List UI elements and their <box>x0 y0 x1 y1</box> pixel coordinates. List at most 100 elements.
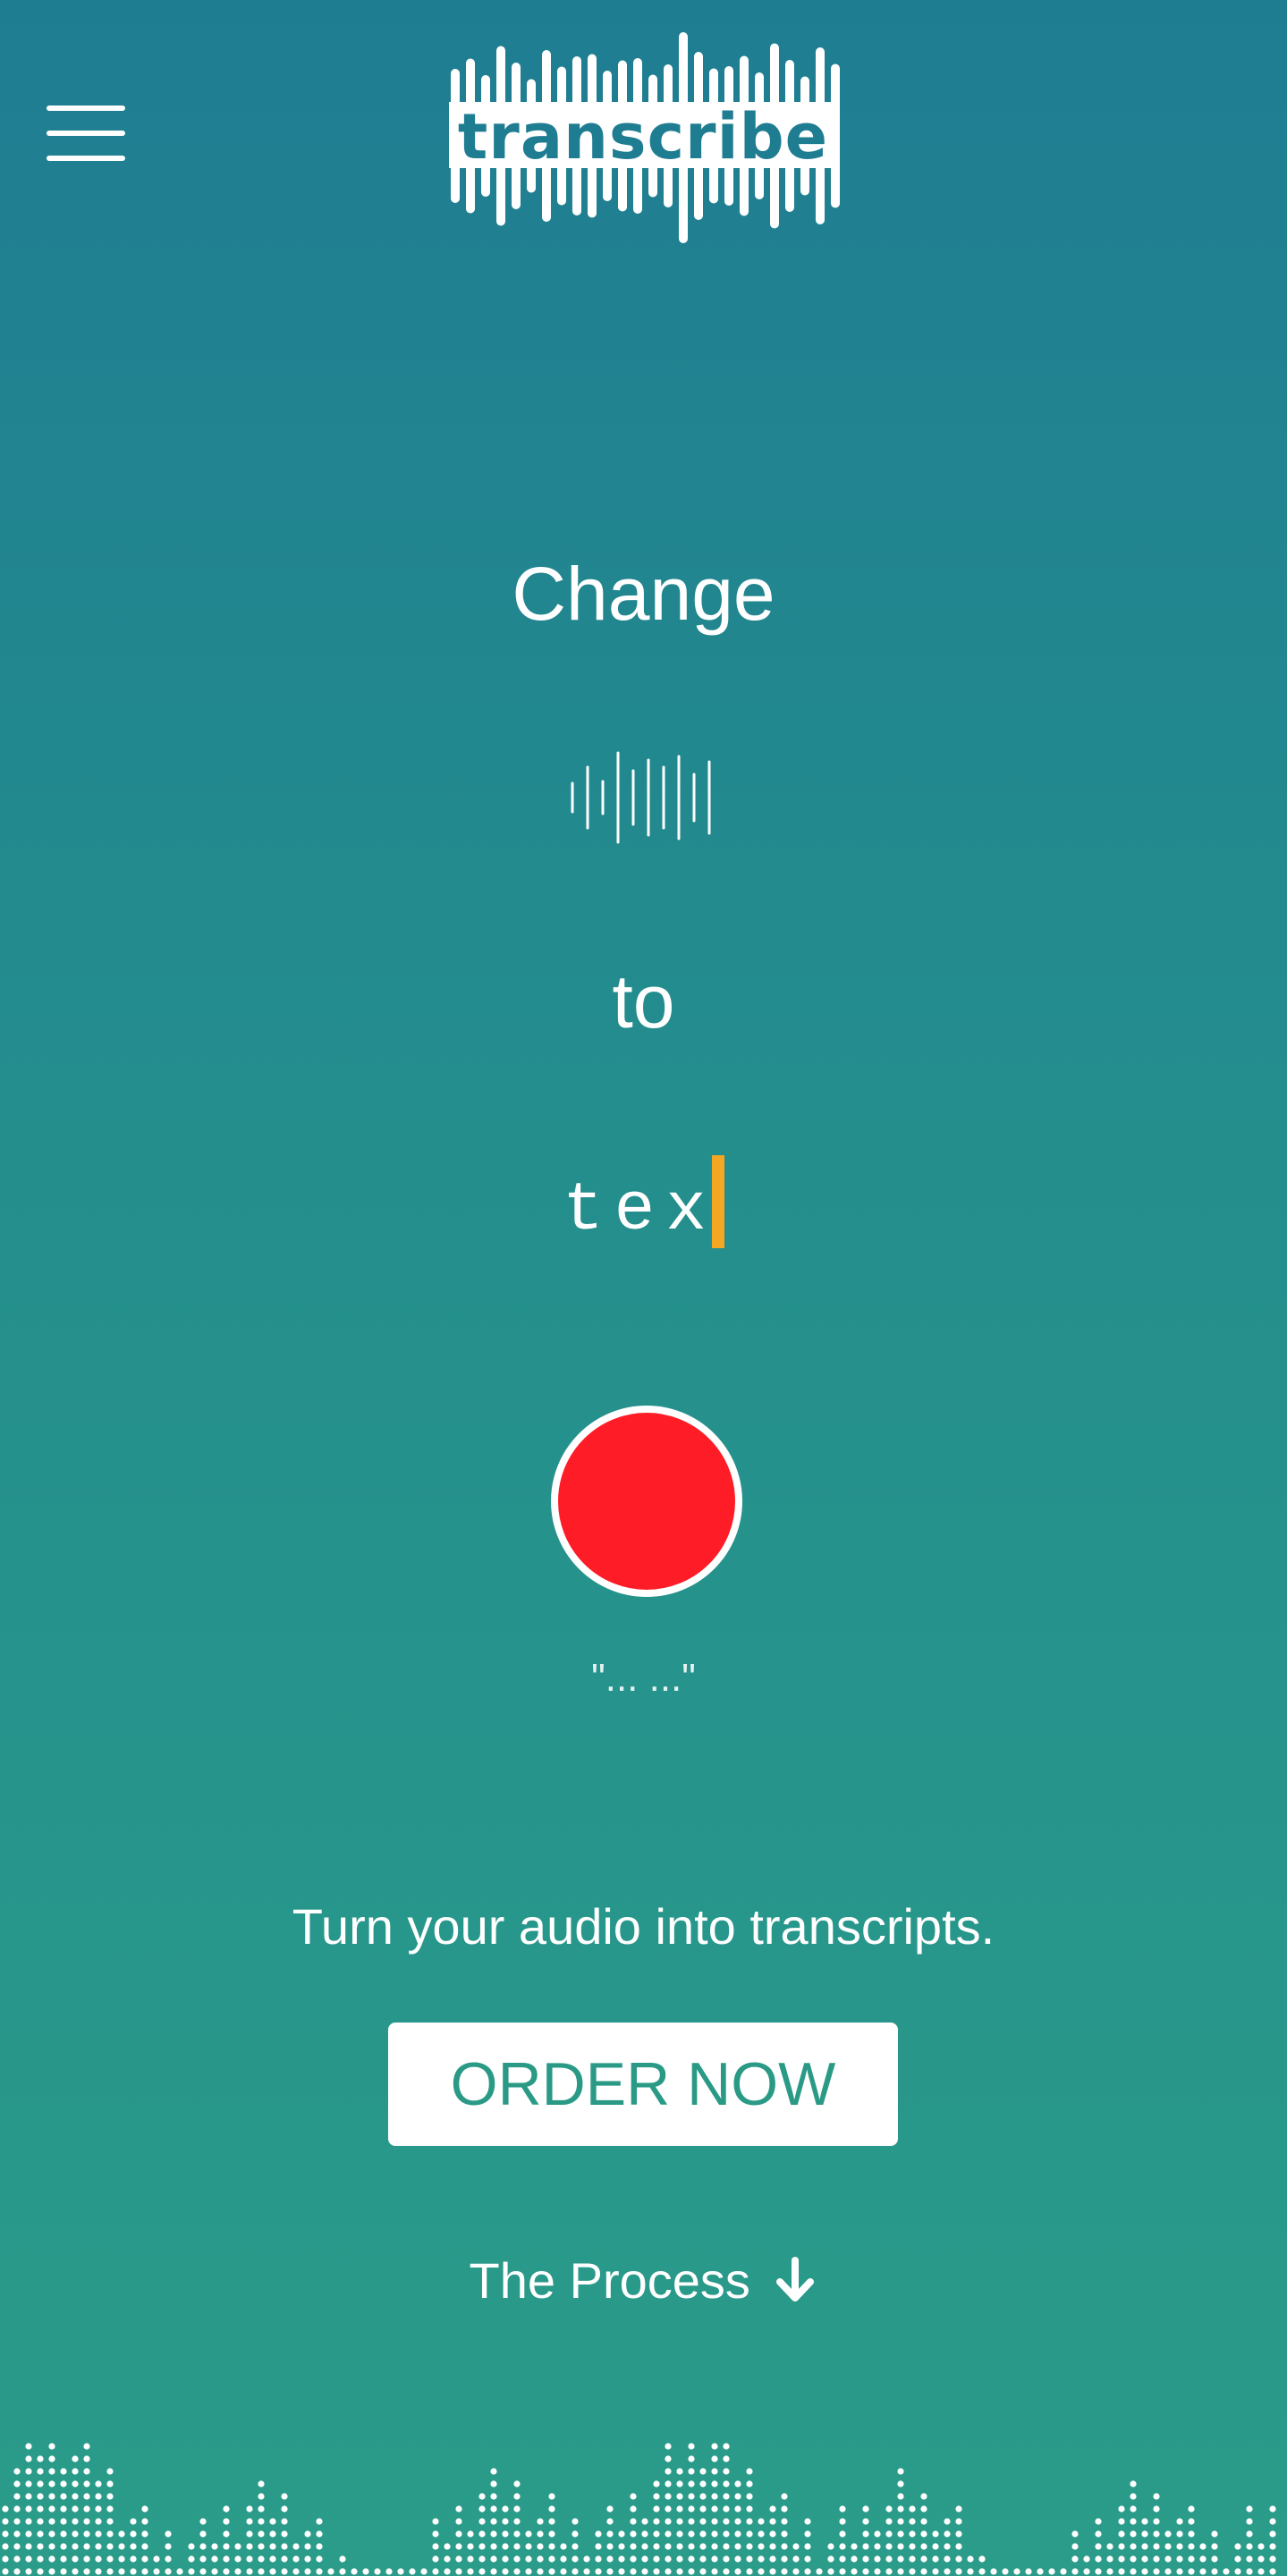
equalizer-dot <box>37 2555 44 2563</box>
equalizer-dot <box>897 2505 904 2513</box>
equalizer-dot <box>106 2568 114 2575</box>
equalizer-dot <box>153 2555 160 2563</box>
equalizer-dot <box>316 2543 323 2550</box>
equalizer-dot <box>1269 2505 1276 2513</box>
equalizer-dot <box>955 2555 962 2563</box>
equalizer-dot <box>60 2518 67 2525</box>
equalizer-dot <box>711 2493 718 2500</box>
equalizer-dot <box>851 2543 858 2550</box>
equalizer-dot <box>258 2555 265 2563</box>
equalizer-dot <box>223 2505 230 2513</box>
equalizer-dot <box>1211 2555 1218 2563</box>
equalizer-dot <box>165 2530 172 2538</box>
hamburger-menu-icon[interactable] <box>45 100 129 166</box>
equalizer-dot <box>548 2505 555 2513</box>
equalizer-dot <box>304 2543 311 2550</box>
equalizer-dot <box>478 2493 486 2500</box>
equalizer-dot <box>897 2530 904 2538</box>
equalizer-dot <box>548 2568 555 2575</box>
equalizer-dot <box>630 2505 637 2513</box>
equalizer-dot <box>874 2543 881 2550</box>
equalizer-dot <box>781 2555 788 2563</box>
equalizer-dot <box>676 2530 683 2538</box>
equalizer-dot <box>525 2530 532 2538</box>
equalizer-dot <box>897 2555 904 2563</box>
equalizer-dot <box>1176 2543 1183 2550</box>
equalizer-dot <box>711 2518 718 2525</box>
equalizer-dot <box>548 2518 555 2525</box>
equalizer-dot <box>1130 2530 1137 2538</box>
equalizer-dot <box>1130 2505 1137 2513</box>
equalizer-dot <box>25 2505 32 2513</box>
equalizer-dot <box>420 2568 428 2575</box>
equalizer-dot <box>455 2505 462 2513</box>
equalizer-dot <box>48 2455 55 2462</box>
equalizer-dot <box>781 2493 788 2500</box>
equalizer-dot <box>490 2480 497 2487</box>
equalizer-dot <box>781 2518 788 2525</box>
equalizer-dot <box>269 2543 276 2550</box>
equalizer-dot <box>630 2530 637 2538</box>
equalizer-dot <box>1141 2518 1148 2525</box>
equalizer-dot <box>897 2568 904 2575</box>
logo[interactable]: transcribe <box>445 29 841 249</box>
equalizer-dot <box>653 2530 660 2538</box>
equalizer-dot <box>223 2530 230 2538</box>
equalizer-dot <box>1130 2555 1137 2563</box>
equalizer-dot <box>699 2555 707 2563</box>
equalizer-dot <box>141 2543 148 2550</box>
equalizer-dot <box>269 2568 276 2575</box>
equalizer-dot <box>60 2468 67 2475</box>
the-process-link[interactable]: The Process <box>0 2251 1287 2310</box>
equalizer-dot <box>362 2568 369 2575</box>
order-now-label: ORDER NOW <box>450 2050 836 2118</box>
equalizer-dot <box>944 2543 951 2550</box>
equalizer-dot <box>932 2530 939 2538</box>
equalizer-dot <box>72 2493 79 2500</box>
equalizer-dot <box>827 2543 834 2550</box>
logo-text: transcribe <box>457 100 829 173</box>
equalizer-dot <box>83 2568 90 2575</box>
equalizer-dot <box>25 2568 32 2575</box>
equalizer-dot <box>734 2505 741 2513</box>
equalizer-dot <box>304 2555 311 2563</box>
equalizer-dot <box>920 2493 927 2500</box>
page: transcribe Change to tex "... ..." Turn … <box>0 0 1287 2576</box>
equalizer-dot <box>1211 2568 1218 2575</box>
equalizer-dot <box>327 2568 334 2575</box>
equalizer-dot <box>1269 2555 1276 2563</box>
equalizer-dot <box>95 2518 102 2525</box>
equalizer-dot <box>537 2555 544 2563</box>
equalizer-dot <box>1199 2568 1207 2575</box>
equalizer-dot <box>37 2568 44 2575</box>
record-button[interactable] <box>551 1406 742 1597</box>
order-now-button[interactable]: ORDER NOW <box>388 2023 898 2146</box>
equalizer-dot <box>25 2468 32 2475</box>
equalizer-dot <box>141 2568 148 2575</box>
equalizer-dot <box>665 2480 672 2487</box>
equalizer-dot <box>699 2493 707 2500</box>
equalizer-dot <box>502 2505 509 2513</box>
equalizer-dot <box>920 2505 927 2513</box>
equalizer-dot <box>1246 2568 1253 2575</box>
equalizer-dot <box>862 2505 869 2513</box>
equalizer-dot <box>490 2468 497 2475</box>
equalizer-dot <box>1188 2518 1195 2525</box>
equalizer-dot <box>653 2568 660 2575</box>
equalizer-dot <box>60 2543 67 2550</box>
equalizer-dot <box>665 2530 672 2538</box>
equalizer-dot <box>734 2543 741 2550</box>
equalizer-dot <box>13 2468 21 2475</box>
equalizer-dot <box>1257 2555 1265 2563</box>
equalizer-dot <box>281 2518 288 2525</box>
equalizer-dot <box>490 2543 497 2550</box>
equalizer-dot <box>723 2455 730 2462</box>
equalizer-dot <box>83 2518 90 2525</box>
equalizer-dot <box>1002 2568 1009 2575</box>
the-process-label: The Process <box>469 2252 750 2309</box>
equalizer-dot <box>502 2568 509 2575</box>
equalizer-dot <box>95 2568 102 2575</box>
menu-bar <box>47 156 125 161</box>
equalizer-dot <box>1071 2530 1079 2538</box>
equalizer-dot <box>374 2568 381 2575</box>
